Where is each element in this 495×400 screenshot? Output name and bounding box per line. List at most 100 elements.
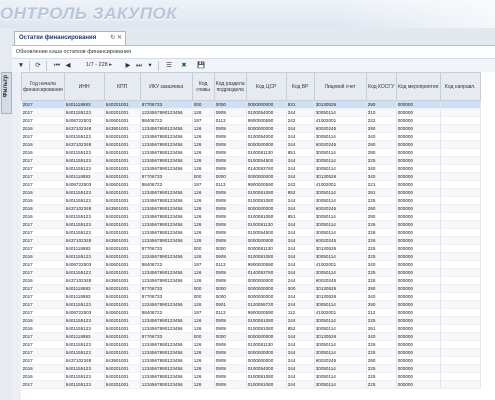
table-cell[interactable]: 2017	[21, 332, 65, 341]
table-cell[interactable]: 244	[286, 316, 315, 325]
table-cell[interactable]: 5406722503	[64, 180, 105, 189]
table-row[interactable]: 2017 5401155123 540201001 1234567890123456 1…	[21, 108, 481, 117]
table-cell[interactable]: 540201001	[104, 140, 141, 149]
table-cell[interactable]: 0113	[214, 308, 247, 317]
table-cell[interactable]: 540201001	[104, 228, 141, 237]
table-cell[interactable]: 000000	[396, 100, 441, 109]
export-excel-icon[interactable]: ✖	[179, 61, 189, 70]
column-header[interactable]: Лицевой счет	[313, 72, 367, 101]
table-cell[interactable]: 242	[286, 180, 315, 189]
table-cell[interactable]: 2017	[21, 220, 65, 229]
table-cell[interactable]	[440, 124, 481, 133]
table-cell[interactable]: 0909	[214, 372, 247, 381]
table-cell[interactable]: 000000	[396, 172, 441, 181]
table-row[interactable]: 2017 5401155123 540201001 1234567890123456 1…	[21, 340, 481, 349]
table-cell[interactable]: 0909	[214, 236, 247, 245]
table-cell[interactable]: 0909	[214, 188, 247, 197]
table-cell[interactable]: 290	[366, 300, 397, 309]
table-cell[interactable]: 244	[286, 372, 315, 381]
table-cell[interactable]	[440, 196, 481, 205]
table-cell[interactable]: 88406722	[140, 116, 193, 125]
table-cell[interactable]: 126	[192, 364, 215, 373]
next-page-icon[interactable]: ▶	[123, 61, 133, 70]
table-row[interactable]: 2017 5406722503 540601001 88406722 197 0113 99…	[21, 180, 481, 189]
table-cell[interactable]: 0909	[214, 108, 247, 117]
table-cell[interactable]: 5401155123	[64, 372, 105, 381]
table-cell[interactable]: 2017	[21, 164, 65, 173]
table-cell[interactable]: 2016	[21, 372, 65, 381]
table-cell[interactable]: 851	[286, 212, 315, 221]
table-cell[interactable]: 225	[366, 268, 397, 277]
table-cell[interactable]: 226	[366, 340, 397, 349]
table-cell[interactable]: 0000000000	[246, 100, 287, 109]
table-cell[interactable]: 2016	[21, 140, 65, 149]
table-cell[interactable]: 0100081130	[246, 340, 287, 349]
table-cell[interactable]: 88406722	[140, 308, 193, 317]
table-cell[interactable]: 2016	[21, 204, 65, 213]
table-cell[interactable]: 543901001	[104, 356, 141, 365]
table-cell[interactable]: 340	[366, 172, 397, 181]
table-row[interactable]: 2017 5406722503 540601001 88406722 197 0113 99…	[21, 260, 481, 269]
table-cell[interactable]: 226	[366, 220, 397, 229]
table-cell[interactable]: 2017	[21, 380, 65, 389]
table-cell[interactable]: 30050114	[314, 108, 367, 117]
table-cell[interactable]: 30050114	[314, 148, 367, 157]
table-cell[interactable]: 540201001	[104, 340, 141, 349]
table-cell[interactable]: 1234567890123456	[140, 236, 193, 245]
table-cell[interactable]: 41002001	[314, 308, 367, 317]
table-cell[interactable]: 540201001	[104, 348, 141, 357]
table-cell[interactable]: 197	[192, 116, 215, 125]
table-cell[interactable]: 30050114	[314, 348, 367, 357]
table-cell[interactable]: 2017	[21, 108, 65, 117]
table-cell[interactable]: 340	[366, 164, 397, 173]
table-cell[interactable]: 1234567890123456	[140, 356, 193, 365]
table-row[interactable]: 2017 5401118883 540201001 87706733 000 0000 00…	[21, 332, 481, 341]
table-cell[interactable]: 2016	[21, 276, 65, 285]
table-cell[interactable]: 000000	[396, 292, 441, 301]
table-cell[interactable]: 1234567890123456	[140, 268, 193, 277]
table-cell[interactable]: 126	[192, 148, 215, 157]
table-cell[interactable]: 2017	[21, 356, 65, 365]
table-cell[interactable]: 290	[366, 140, 397, 149]
table-cell[interactable]	[440, 316, 481, 325]
table-cell[interactable]: 540601001	[104, 308, 141, 317]
table-cell[interactable]: 000000	[396, 284, 441, 293]
table-cell[interactable]: 0000000000	[246, 356, 287, 365]
table-cell[interactable]: 2017	[21, 300, 65, 309]
table-row[interactable]: 2016 5401155123 540201001 1234567890123456 1…	[21, 364, 481, 373]
table-cell[interactable]: 540201001	[104, 244, 141, 253]
table-cell[interactable]: 2017	[21, 260, 65, 269]
table-cell[interactable]: 5401155123	[64, 316, 105, 325]
table-cell[interactable]: 2017	[21, 268, 65, 277]
table-cell[interactable]: 30050114	[314, 132, 367, 141]
table-cell[interactable]: 226	[366, 276, 397, 285]
table-cell[interactable]: 5401118883	[64, 244, 105, 253]
table-cell[interactable]	[440, 220, 481, 229]
table-cell[interactable]: 0000000000	[246, 204, 287, 213]
table-cell[interactable]: 540201001	[104, 164, 141, 173]
table-cell[interactable]: 41002001	[314, 260, 367, 269]
table-cell[interactable]: 1234567890123456	[140, 196, 193, 205]
table-cell[interactable]: 540201001	[104, 212, 141, 221]
table-cell[interactable]	[440, 348, 481, 357]
table-cell[interactable]: 2016	[21, 252, 65, 261]
table-cell[interactable]: 0000000000	[246, 348, 287, 357]
table-cell[interactable]: 222	[366, 116, 397, 125]
table-cell[interactable]	[440, 276, 481, 285]
table-cell[interactable]: 000	[192, 172, 215, 181]
table-cell[interactable]: 000000	[396, 356, 441, 365]
table-cell[interactable]: 1234567890123456	[140, 148, 193, 157]
table-cell[interactable]: 5401155123	[64, 164, 105, 173]
table-cell[interactable]: 000000	[396, 132, 441, 141]
table-cell[interactable]: 543901001	[104, 204, 141, 213]
table-cell[interactable]: 30050114	[314, 316, 367, 325]
table-cell[interactable]: 0909	[214, 252, 247, 261]
table-cell[interactable]: 60020245	[314, 356, 367, 365]
table-cell[interactable]: 1234567890123456	[140, 164, 193, 173]
table-cell[interactable]: 5401155123	[64, 212, 105, 221]
column-header[interactable]: ИНН	[63, 72, 105, 101]
table-cell[interactable]: 000000	[396, 268, 441, 277]
table-cell[interactable]: 540201001	[104, 364, 141, 373]
table-cell[interactable]: 1234567890123456	[140, 204, 193, 213]
table-cell[interactable]: 126	[192, 140, 215, 149]
